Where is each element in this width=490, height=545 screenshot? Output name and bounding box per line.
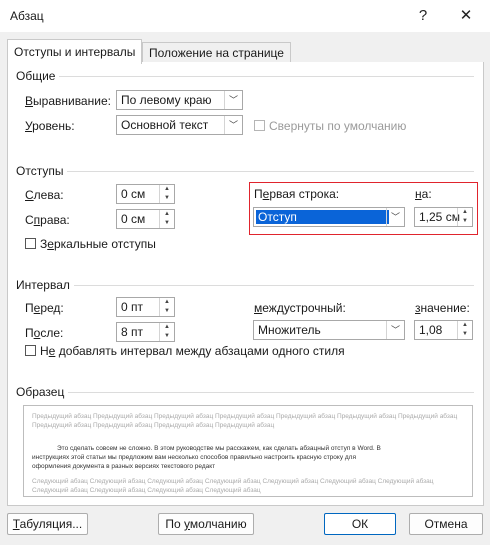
left-indent-stepper[interactable]: 0 см ▲ ▼ — [116, 184, 175, 204]
section-indents: Отступы — [16, 164, 68, 178]
section-general: Общие — [16, 69, 60, 83]
chevron-down-icon: ﹀ — [224, 116, 242, 134]
close-icon[interactable]: ✕ — [452, 4, 480, 28]
spacing-before-stepper[interactable]: 0 пт ▲ ▼ — [116, 297, 175, 317]
left-indent-label: Слева: — [25, 188, 64, 202]
cancel-button[interactable]: Отмена — [409, 513, 483, 535]
alignment-dropdown[interactable]: По левому краю ﹀ — [116, 90, 243, 110]
spacing-value-label: значение: — [415, 301, 470, 315]
level-label: Уровень: — [25, 119, 75, 133]
first-line-by-stepper[interactable]: 1,25 см ▲ ▼ — [414, 207, 473, 227]
section-spacing: Интервал — [16, 278, 74, 292]
spin-down-icon[interactable]: ▼ — [457, 217, 472, 226]
spin-down-icon[interactable]: ▼ — [159, 307, 174, 316]
preview-previous-paragraph: Предыдущий абзац Предыдущий абзац Предыд… — [32, 413, 458, 429]
chevron-down-icon: ﹀ — [224, 91, 242, 109]
spacing-before-label: Перед: — [25, 301, 64, 315]
chevron-down-icon: ﹀ — [386, 321, 404, 339]
preview-text-line: оформления документа в разных версиях те… — [32, 463, 216, 470]
dont-add-spacing-label: Не добавлять интервал между абзацами одн… — [40, 344, 345, 358]
preview-box: Предыдущий абзац Предыдущий абзац Предыд… — [23, 405, 473, 497]
chevron-down-icon: ﹀ — [386, 208, 404, 226]
tab-page-position[interactable]: Положение на странице — [142, 42, 291, 63]
set-default-button[interactable]: По умолчанию — [158, 513, 254, 535]
level-dropdown[interactable]: Основной текст ﹀ — [116, 115, 243, 135]
spin-up-icon[interactable]: ▲ — [159, 323, 174, 332]
mirror-indents-checkbox[interactable] — [25, 238, 36, 249]
right-indent-stepper[interactable]: 0 см ▲ ▼ — [116, 209, 175, 229]
by-label: на: — [415, 187, 432, 201]
line-spacing-dropdown[interactable]: Множитель ﹀ — [253, 320, 405, 340]
spin-down-icon[interactable]: ▼ — [159, 219, 174, 228]
spin-down-icon[interactable]: ▼ — [159, 332, 174, 341]
alignment-label: Выравнивание: — [25, 94, 111, 108]
first-line-label: Первая строка: — [254, 187, 340, 201]
collapsed-checkbox[interactable] — [254, 120, 265, 131]
preview-text-line: инструкциях этой статьи мы предложим вам… — [32, 454, 356, 461]
spin-up-icon[interactable]: ▲ — [159, 185, 174, 194]
spacing-after-label: После: — [25, 326, 64, 340]
first-line-dropdown[interactable]: Отступ ﹀ — [253, 207, 405, 227]
spacing-value-stepper[interactable]: 1,08 ▲ ▼ — [414, 320, 473, 340]
spin-up-icon[interactable]: ▲ — [159, 210, 174, 219]
separator — [16, 285, 474, 286]
spin-up-icon[interactable]: ▲ — [457, 208, 472, 217]
dont-add-spacing-checkbox[interactable] — [25, 345, 36, 356]
spin-up-icon[interactable]: ▲ — [159, 298, 174, 307]
mirror-indents-label: Зеркальные отступы — [40, 237, 156, 251]
spin-up-icon[interactable]: ▲ — [457, 321, 472, 330]
right-indent-label: Справа: — [25, 213, 70, 227]
line-spacing-label: междустрочный: — [254, 301, 346, 315]
section-preview: Образец — [16, 385, 69, 399]
spacing-after-stepper[interactable]: 8 пт ▲ ▼ — [116, 322, 175, 342]
window-title: Абзац — [10, 9, 44, 23]
tabs-button[interactable]: Табуляция... — [7, 513, 88, 535]
spin-down-icon[interactable]: ▼ — [159, 194, 174, 203]
help-button[interactable]: ? — [409, 4, 437, 28]
collapsed-label: Свернуты по умолчанию — [269, 119, 407, 133]
preview-next-paragraph: Следующий абзац Следующий абзац Следующи… — [32, 478, 434, 494]
spin-down-icon[interactable]: ▼ — [457, 330, 472, 339]
separator — [16, 76, 474, 77]
preview-text-line: Это сделать совсем не сложно. В этом рук… — [57, 445, 381, 452]
ok-button[interactable]: ОК — [324, 513, 396, 535]
separator — [16, 392, 474, 393]
tab-indents-spacing[interactable]: Отступы и интервалы — [7, 39, 143, 64]
separator — [16, 171, 474, 172]
